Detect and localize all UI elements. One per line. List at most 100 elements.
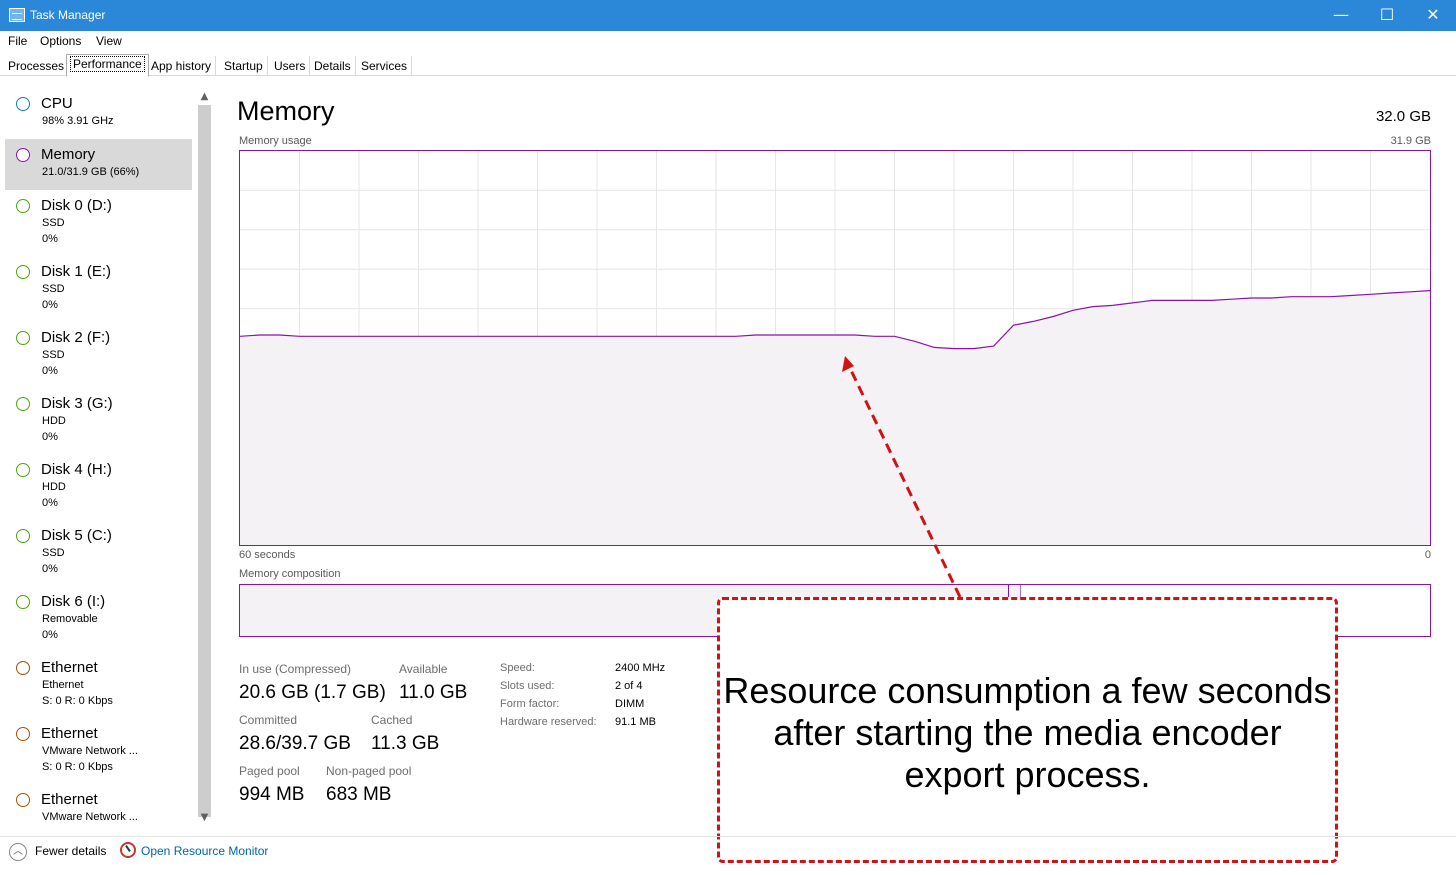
memory-status-dot (16, 148, 30, 162)
paged-pool-label: Paged pool (239, 764, 300, 778)
available-value: 11.0 GB (399, 682, 468, 703)
sidebar-item-value: 0% (42, 497, 58, 509)
sidebar-item-value: 0% (42, 299, 58, 311)
scroll-up-arrow-icon[interactable]: ▲ (196, 88, 213, 105)
sidebar-item-value: 0% (42, 233, 58, 245)
sidebar-item-value: S: 0 R: 0 Kbps (42, 695, 113, 707)
scroll-down-arrow-icon[interactable]: ▼ (196, 809, 213, 826)
sidebar-item[interactable]: Ethernet VMware Network ... S: 0 R: 0 Kbps (5, 718, 192, 773)
slots-label: Slots used: (500, 680, 555, 692)
close-button[interactable]: ✕ (1410, 0, 1456, 31)
composition-label: Memory composition (239, 568, 341, 580)
disk-status-dot (16, 331, 30, 345)
sidebar-item-name: Disk 5 (C:) (41, 527, 112, 544)
tab-services[interactable]: Services (357, 56, 413, 76)
sidebar-item-name: Memory (41, 146, 96, 163)
tab-app-history[interactable]: App history (147, 56, 217, 76)
disk-status-dot (16, 463, 30, 477)
sidebar-item-value: S: 0 R: 0 Kbps (42, 761, 113, 773)
sidebar-item-detail: SSD (42, 283, 65, 295)
task-manager-icon (9, 8, 25, 22)
tab-performance[interactable]: Performance (66, 54, 149, 77)
disk-status-dot (16, 199, 30, 213)
tab-processes[interactable]: Processes (4, 56, 70, 76)
menu-options[interactable]: Options (40, 34, 81, 48)
form-factor-value: DIMM (615, 698, 645, 710)
sidebar-item-detail: HDD (42, 415, 66, 427)
ethernet-status-dot (16, 727, 30, 741)
fewer-details-button[interactable]: Fewer details (35, 844, 106, 858)
window-title: Task Manager (30, 8, 106, 22)
sidebar-item-name: Disk 4 (H:) (41, 461, 112, 478)
menu-view[interactable]: View (96, 34, 122, 48)
menu-bar: File Options View (0, 31, 1456, 51)
sidebar-item-name: Disk 6 (I:) (41, 593, 106, 610)
sidebar-item[interactable]: Disk 2 (F:) SSD 0% (5, 322, 192, 377)
tab-startup[interactable]: Startup (220, 56, 268, 76)
sidebar-item-value: 0% (42, 563, 58, 575)
maximize-button[interactable]: ☐ (1364, 0, 1410, 31)
paged-pool-value: 994 MB (239, 784, 305, 805)
tab-users[interactable]: Users (270, 56, 311, 76)
annotation-callout: Resource consumption a few seconds after… (717, 597, 1338, 863)
slots-value: 2 of 4 (615, 680, 643, 692)
menu-file[interactable]: File (8, 34, 27, 48)
non-paged-pool-value: 683 MB (326, 784, 392, 805)
hardware-reserved-value: 91.1 MB (615, 716, 656, 728)
tab-label: Details (314, 59, 351, 73)
sidebar-item-name: CPU (41, 95, 73, 112)
tab-label: Startup (224, 59, 263, 73)
disk-status-dot (16, 595, 30, 609)
sidebar-item[interactable]: Ethernet Ethernet S: 0 R: 0 Kbps (5, 652, 192, 707)
annotation-text: Resource consumption a few seconds after… (723, 670, 1332, 795)
ethernet-status-dot (16, 793, 30, 807)
tab-label: Users (274, 59, 306, 73)
sidebar-item[interactable]: Disk 6 (I:) Removable 0% (5, 586, 192, 641)
sidebar-item-name: Disk 0 (D:) (41, 197, 112, 214)
sidebar-item[interactable]: Disk 5 (C:) SSD 0% (5, 520, 192, 575)
sidebar-item-value: 0% (42, 365, 58, 377)
resource-sidebar: CPU 98% 3.91 GHz Memory 21.0/31.9 GB (66%) D… (0, 88, 214, 828)
sidebar-item-detail: 98% 3.91 GHz (42, 115, 114, 127)
cached-label: Cached (371, 713, 413, 727)
sidebar-item[interactable]: Disk 1 (E:) SSD 0% (5, 256, 192, 311)
sidebar-item-name: Disk 3 (G:) (41, 395, 113, 412)
chevron-up-icon[interactable]: ︿ (9, 843, 27, 861)
sidebar-item-name: Disk 1 (E:) (41, 263, 112, 280)
in-use-value: 20.6 GB (1.7 GB) (239, 682, 386, 703)
sidebar-scrollbar[interactable]: ▲ ▼ (196, 88, 213, 828)
page-title: Memory (237, 96, 335, 126)
speed-label: Speed: (500, 662, 535, 674)
sidebar-item[interactable]: Memory 21.0/31.9 GB (66%) (5, 139, 192, 190)
ethernet-status-dot (16, 661, 30, 675)
sidebar-item-value: 0% (42, 629, 58, 641)
sidebar-item[interactable]: Ethernet VMware Network ... (5, 784, 192, 828)
sidebar-item-detail: SSD (42, 349, 65, 361)
title-bar: Task Manager — ☐ ✕ (0, 0, 1456, 31)
sidebar-item-detail: VMware Network ... (42, 811, 138, 823)
memory-usage-chart (240, 151, 1430, 545)
sidebar-item[interactable]: CPU 98% 3.91 GHz (5, 88, 192, 139)
committed-value: 28.6/39.7 GB (239, 733, 351, 754)
sidebar-item-name: Ethernet (41, 659, 98, 676)
sidebar-item[interactable]: Disk 0 (D:) SSD 0% (5, 190, 192, 245)
tab-bar: Processes Performance App history Startu… (0, 51, 1456, 77)
footer: ︿ Fewer details Open Resource Monitor (0, 836, 1456, 875)
tab-label: Services (361, 59, 408, 73)
tab-details[interactable]: Details (310, 56, 356, 76)
speed-value: 2400 MHz (615, 662, 666, 674)
open-resource-monitor-link[interactable]: Open Resource Monitor (141, 844, 268, 858)
scroll-thumb[interactable] (198, 105, 211, 817)
committed-label: Committed (239, 713, 298, 727)
sidebar-item-detail: HDD (42, 481, 66, 493)
in-use-label: In use (Compressed) (239, 662, 352, 676)
cached-value: 11.3 GB (371, 733, 440, 754)
tab-label: App history (151, 59, 212, 73)
minimize-button[interactable]: — (1318, 0, 1364, 31)
time-axis-left: 60 seconds (239, 549, 296, 561)
sidebar-item[interactable]: Disk 3 (G:) HDD 0% (5, 388, 192, 443)
sidebar-item-name: Ethernet (41, 725, 98, 742)
resource-monitor-icon[interactable] (120, 842, 136, 858)
sidebar-item[interactable]: Disk 4 (H:) HDD 0% (5, 454, 192, 509)
usage-max-label: 31.9 GB (1390, 135, 1431, 147)
